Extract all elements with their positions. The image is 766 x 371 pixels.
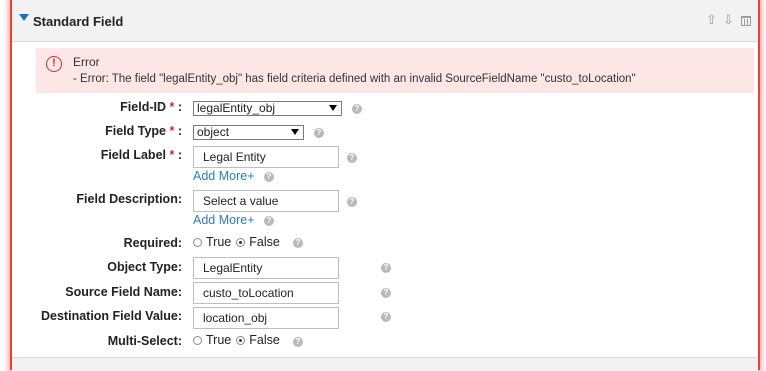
field-label-input[interactable]: Legal Entity bbox=[193, 146, 339, 168]
help-icon[interactable]: ? bbox=[381, 288, 391, 298]
object-type-input[interactable]: LegalEntity bbox=[193, 257, 339, 279]
field-type-select[interactable]: object bbox=[193, 125, 304, 140]
required-label: Required: bbox=[123, 236, 182, 250]
multi-select-label: Multi-Select: bbox=[107, 334, 182, 348]
error-icon: ! bbox=[46, 56, 62, 72]
help-icon[interactable]: ? bbox=[347, 153, 357, 163]
help-icon[interactable]: ? bbox=[381, 312, 391, 322]
help-icon[interactable]: ? bbox=[293, 238, 303, 248]
multi-select-radio-group: True False bbox=[193, 333, 285, 347]
panel-actions: ⇧ ⇩ bbox=[705, 13, 752, 27]
trash-icon[interactable] bbox=[739, 13, 752, 27]
add-more-description-link[interactable]: Add More+ bbox=[193, 213, 255, 227]
panel-footer bbox=[12, 357, 758, 371]
help-icon[interactable]: ? bbox=[264, 216, 274, 226]
panel-header: Standard Field ⇧ ⇩ bbox=[12, 0, 758, 42]
help-icon[interactable]: ? bbox=[352, 104, 362, 114]
required-radio-group: True False bbox=[193, 235, 285, 249]
destination-field-value-input[interactable]: location_obj bbox=[193, 307, 339, 329]
error-title: Error bbox=[73, 55, 100, 69]
field-description-label: Field Description: bbox=[76, 192, 182, 206]
dropdown-arrow-icon bbox=[291, 129, 299, 135]
field-label-label: Field Label * : bbox=[100, 148, 182, 162]
help-icon[interactable]: ? bbox=[264, 172, 274, 182]
field-type-label: Field Type * : bbox=[105, 124, 182, 138]
collapse-icon[interactable] bbox=[19, 14, 29, 21]
help-icon[interactable]: ? bbox=[347, 197, 357, 207]
standard-field-panel: Standard Field ⇧ ⇩ ! Error - Error: The … bbox=[10, 0, 760, 371]
dropdown-arrow-icon bbox=[329, 105, 337, 111]
object-type-label: Object Type: bbox=[107, 260, 182, 274]
required-true-radio[interactable] bbox=[193, 237, 202, 247]
required-false-radio[interactable] bbox=[236, 237, 246, 247]
multi-select-true-radio[interactable] bbox=[193, 335, 202, 345]
error-message-box: ! Error - Error: The field "legalEntity_… bbox=[36, 48, 754, 93]
multi-select-false-radio[interactable] bbox=[236, 335, 246, 345]
field-description-input[interactable]: Select a value bbox=[193, 190, 339, 212]
field-id-select[interactable]: legalEntity_obj bbox=[193, 101, 342, 116]
move-up-icon[interactable]: ⇧ bbox=[705, 13, 718, 27]
panel-title: Standard Field bbox=[33, 14, 124, 29]
help-icon[interactable]: ? bbox=[314, 128, 324, 138]
add-more-label-link[interactable]: Add More+ bbox=[193, 169, 255, 183]
help-icon[interactable]: ? bbox=[293, 337, 303, 347]
destination-field-value-label: Destination Field Value: bbox=[41, 309, 182, 323]
move-down-icon[interactable]: ⇩ bbox=[722, 13, 735, 27]
source-field-name-input[interactable]: custo_toLocation bbox=[193, 282, 339, 304]
error-message: - Error: The field "legalEntity_obj" has… bbox=[73, 73, 636, 85]
field-id-label: Field-ID * : bbox=[120, 100, 182, 114]
help-icon[interactable]: ? bbox=[381, 263, 391, 273]
source-field-name-label: Source Field Name: bbox=[65, 285, 182, 299]
